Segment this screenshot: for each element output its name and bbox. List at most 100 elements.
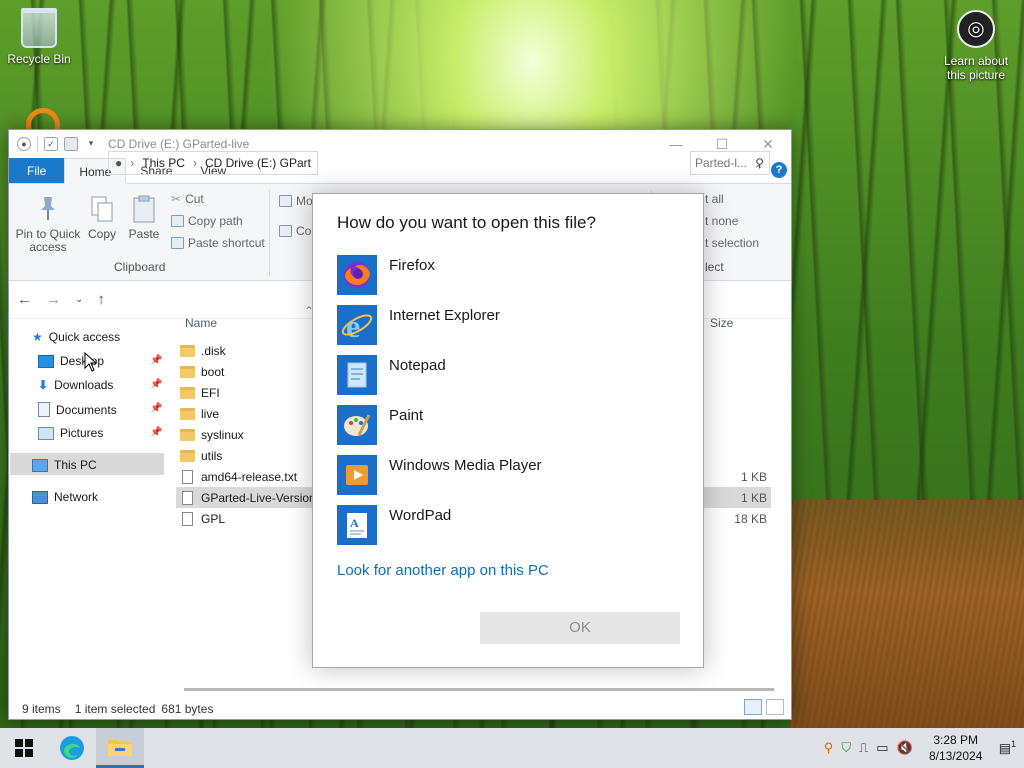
recent-locations-icon[interactable]: ⌄ [75,294,83,305]
paste-icon [131,194,157,224]
cut-label: Cut [185,192,204,206]
recycle-bin-label: Recycle Bin [7,52,71,66]
qat-separator [37,136,38,152]
nav-documents[interactable]: Documents [38,402,117,417]
back-arrow-icon[interactable]: ← [17,291,32,308]
forward-arrow-icon[interactable]: → [46,291,61,308]
select-none-button[interactable]: t none [705,214,738,228]
firefox-icon [337,255,377,295]
search-key-icon[interactable]: ⚲ [824,740,834,756]
move-to-button[interactable]: Mo [279,194,313,208]
app-option-windows-media-player[interactable]: Windows Media Player [337,455,667,495]
tab-file[interactable]: File [9,158,65,183]
svg-text:A: A [350,516,359,530]
drive-icon: ● [17,137,31,151]
wallpaper-ground [790,500,1024,728]
address-bar[interactable]: ● › This PC › CD Drive (E:) GPart [108,151,318,175]
pin-quick-access-button[interactable]: Pin to Quick access [15,194,81,254]
ribbon-separator [269,190,270,276]
paint-icon [337,405,377,445]
breadcrumb-drive[interactable]: CD Drive (E:) GPart [205,156,311,170]
copy-button[interactable]: Copy [85,194,119,241]
nav-downloads[interactable]: ⬇ Downloads [38,378,113,392]
select-none-label: t none [705,214,739,228]
app-option-firefox[interactable]: Firefox [337,255,667,295]
start-button[interactable] [0,728,48,768]
learn-label: Learn about this picture [943,54,1009,82]
details-view-icon[interactable] [744,699,762,715]
nav-quick-access[interactable]: ★ Quick access [32,330,120,344]
folder-icon [180,344,195,357]
file-size: 18 KB [734,511,767,526]
help-icon[interactable]: ? [771,162,787,178]
edge-taskbar-button[interactable] [48,728,96,768]
search-input[interactable]: Parted-l... ⚲ [690,151,770,175]
app-name: WordPad [389,507,452,524]
learn-about-picture-icon[interactable]: ◎ Learn about this picture [938,10,1014,82]
window-title: CD Drive (E:) GParted-live [108,137,250,151]
open-with-dialog: How do you want to open this file? Firef… [312,193,704,668]
security-shield-icon[interactable]: ⛉ [841,740,851,756]
taskbar: ⚲ ⛉ ⎍ ▭ 🔇 3:28 PM 8/13/2024 ▤1 [0,728,1024,768]
copy-path-button[interactable]: Copy path [171,214,243,228]
file-name: boot [201,364,225,379]
app-name: Windows Media Player [389,457,542,474]
invert-selection-button[interactable]: t selection [705,236,759,250]
column-header-size[interactable]: Size [710,316,733,330]
file-explorer-taskbar-button[interactable] [96,728,144,768]
select-all-button[interactable]: t all [705,192,724,206]
horizontal-scrollbar[interactable] [184,688,774,691]
nav-this-pc[interactable]: This PC [32,458,97,472]
folder-icon [180,407,195,420]
nav-network[interactable]: Network [32,490,98,504]
view-buttons [744,699,784,715]
usb-icon[interactable]: ⎍ [859,740,868,756]
volume-muted-icon[interactable]: 🔇 [897,740,913,756]
network-tray-icon[interactable]: ▭ [876,740,888,756]
copy-to-label: Co [296,224,312,238]
column-header-name[interactable]: Name [185,316,217,330]
app-option-wordpad[interactable]: A WordPad [337,505,667,545]
paste-shortcut-button[interactable]: Paste shortcut [171,236,265,250]
status-bytes: 681 bytes [161,702,214,716]
wordpad-icon: A [337,505,377,545]
cut-button[interactable]: ✂ Cut [171,192,204,206]
qat-dropdown-icon[interactable]: ▾ [84,137,98,151]
recycle-bin-glyph [21,8,57,48]
new-folder-icon[interactable] [64,137,78,151]
file-name: utils [201,448,223,463]
copy-path-label: Copy path [188,214,243,228]
quick-access-toolbar: ● ✓ ▾ [17,136,98,152]
large-icons-view-icon[interactable] [766,699,784,715]
dialog-title: How do you want to open this file? [337,213,596,232]
move-to-icon [279,195,292,207]
pin-icon [35,194,61,224]
breadcrumb-this-pc[interactable]: This PC [142,156,185,170]
file-icon [182,490,193,505]
chevron-right-icon: › [130,156,135,170]
recycle-bin-icon[interactable]: Recycle Bin [6,8,72,66]
look-for-another-app-link[interactable]: Look for another app on this PC [337,562,549,579]
properties-icon[interactable]: ✓ [44,137,58,151]
up-arrow-icon[interactable]: ↑ [97,291,105,308]
app-option-notepad[interactable]: Notepad [337,355,667,395]
notifications-icon[interactable]: ▤1 [999,739,1016,756]
copy-icon [89,194,115,224]
nav-pictures[interactable]: Pictures [38,426,103,440]
file-name: GParted-Live-Version [201,490,316,505]
file-name: amd64-release.txt [201,469,298,484]
app-name: Firefox [389,257,435,274]
clock-date: 8/13/2024 [928,749,983,763]
ok-button[interactable]: OK [480,612,680,644]
app-option-internet-explorer[interactable]: e Internet Explorer [337,305,667,345]
paste-button[interactable]: Paste [127,194,161,241]
app-option-paint[interactable]: Paint [337,405,667,445]
invert-selection-label: t selection [705,236,760,250]
clock[interactable]: 3:28 PM 8/13/2024 [921,732,991,764]
clipboard-group-label: Clipboard [114,260,166,274]
edge-icon [60,736,84,760]
notification-count: 1 [1010,739,1016,750]
star-icon: ★ [32,330,43,344]
copy-to-button[interactable]: Co [279,224,311,238]
system-tray: ⚲ ⛉ ⎍ ▭ 🔇 3:28 PM 8/13/2024 ▤1 [824,728,1024,768]
